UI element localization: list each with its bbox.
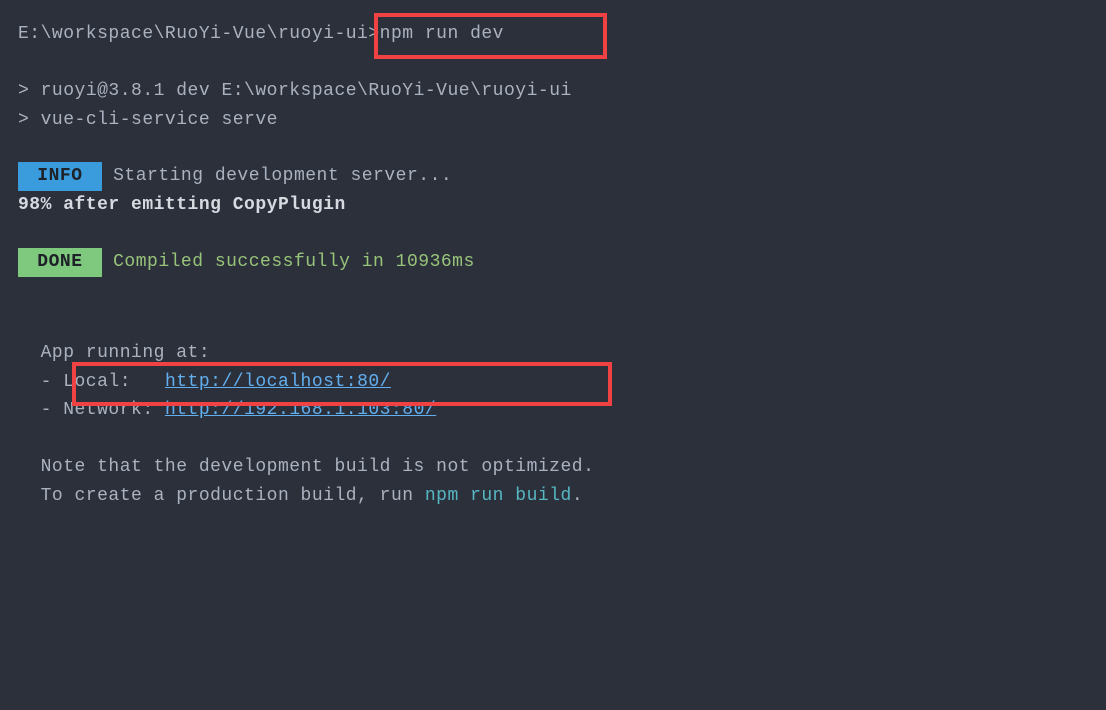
local-url-link[interactable]: http://localhost:80/ bbox=[165, 372, 391, 392]
note-line-2: To create a production build, run npm ru… bbox=[18, 482, 1088, 511]
done-line: DONE Compiled successfully in 10936ms bbox=[18, 248, 1088, 277]
progress-line: 98% after emitting CopyPlugin bbox=[18, 191, 1088, 220]
info-text: Starting development server... bbox=[102, 166, 452, 186]
app-running-line: App running at: bbox=[18, 339, 1088, 368]
output-serve-line: > vue-cli-service serve bbox=[18, 106, 1088, 135]
network-url-link[interactable]: http://192.168.1.103:80/ bbox=[165, 400, 436, 420]
done-text: Compiled successfully in 10936ms bbox=[102, 252, 475, 272]
network-line: - Network: http://192.168.1.103:80/ bbox=[18, 396, 1088, 425]
prompt-line: E:\workspace\RuoYi-Vue\ruoyi-ui>npm run … bbox=[18, 20, 1088, 49]
command-text: npm run dev bbox=[380, 24, 504, 44]
info-badge: INFO bbox=[18, 162, 102, 191]
info-line: INFO Starting development server... bbox=[18, 162, 1088, 191]
note-line-1: Note that the development build is not o… bbox=[18, 453, 1088, 482]
local-line: - Local: http://localhost:80/ bbox=[18, 368, 1088, 397]
npm-run-build-text: npm run build bbox=[425, 486, 572, 506]
done-badge: DONE bbox=[18, 248, 102, 277]
output-pkg-line: > ruoyi@3.8.1 dev E:\workspace\RuoYi-Vue… bbox=[18, 77, 1088, 106]
prompt-path: E:\workspace\RuoYi-Vue\ruoyi-ui> bbox=[18, 24, 380, 44]
